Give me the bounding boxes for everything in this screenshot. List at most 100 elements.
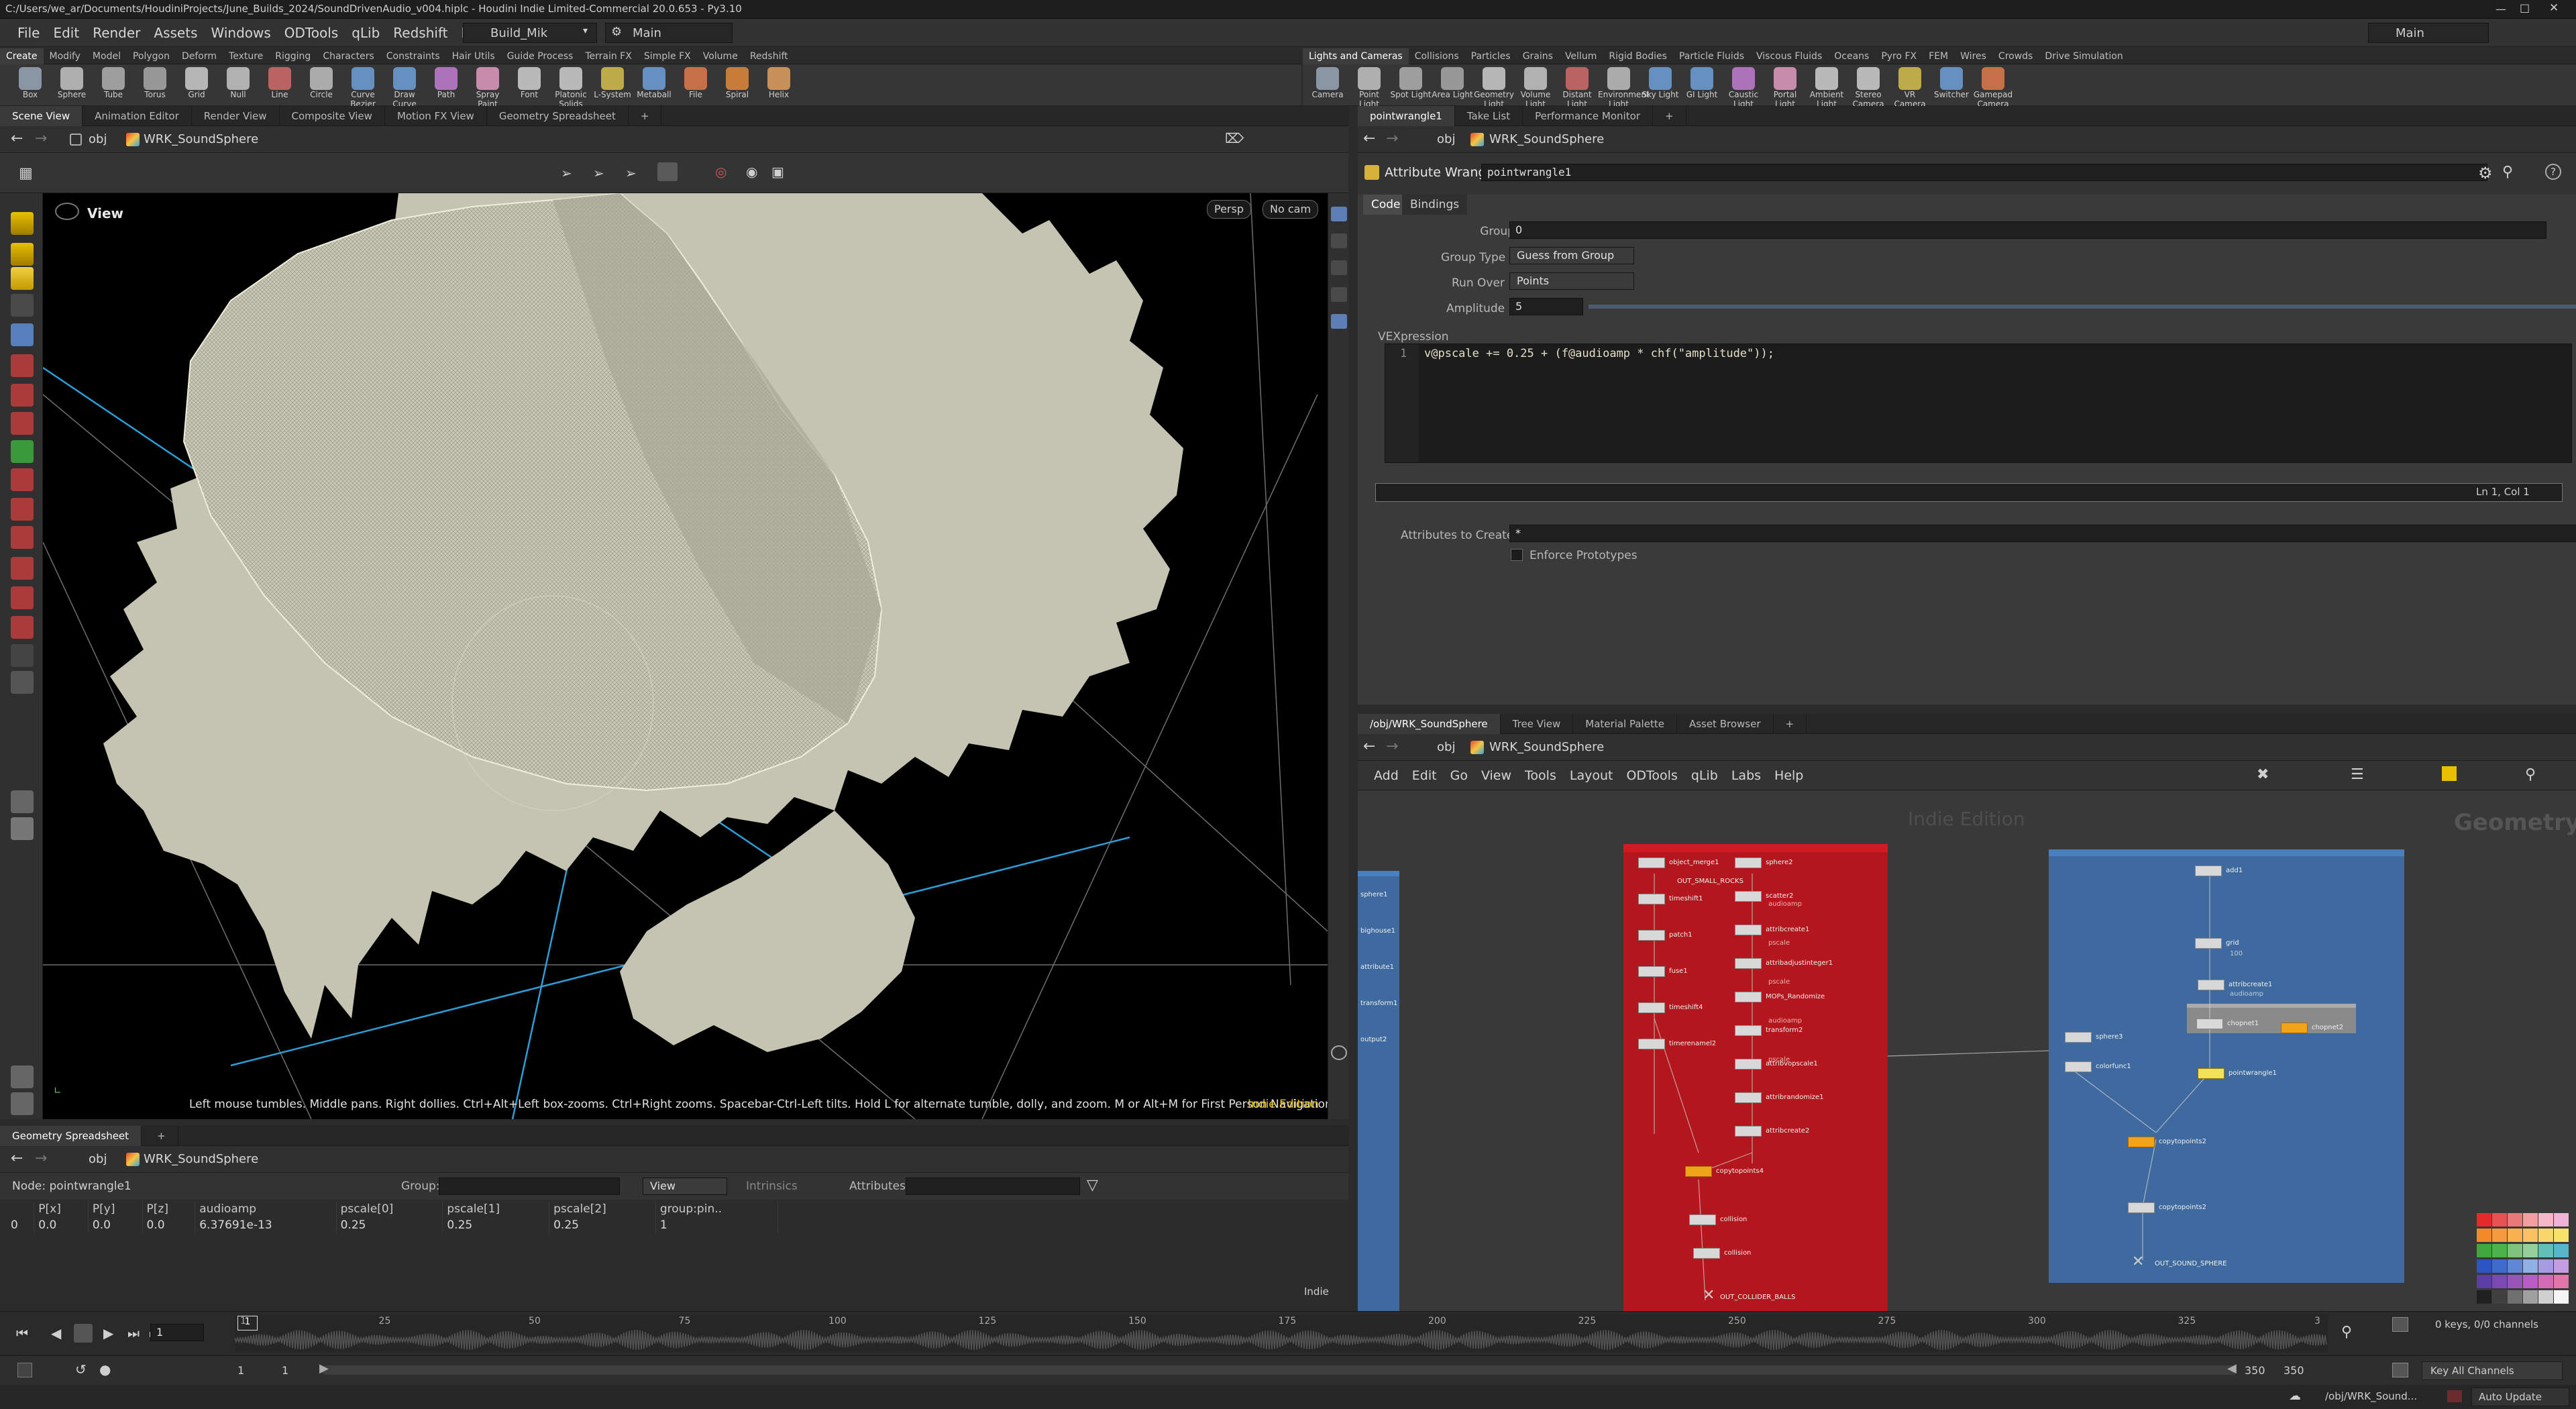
- node-object_merge1[interactable]: [1638, 857, 1665, 868]
- tab-tree-view[interactable]: Tree View: [1501, 714, 1574, 734]
- tab-bindings[interactable]: Bindings: [1402, 195, 1468, 215]
- ss-col-header[interactable]: pscale[0]: [337, 1201, 443, 1217]
- ss-col-header[interactable]: [7, 1201, 35, 1217]
- shelf-tab-rigging[interactable]: Rigging: [269, 48, 317, 64]
- palette-swatch[interactable]: [2477, 1229, 2491, 1242]
- back-arrow-icon[interactable]: ←: [1363, 130, 1375, 147]
- key-all-icon[interactable]: [2392, 1363, 2408, 1377]
- tool-font[interactable]: Font: [508, 64, 550, 106]
- shelf-tab-viscous-fluids[interactable]: Viscous Fluids: [1750, 48, 1828, 64]
- tab-motion-fx-view[interactable]: Motion FX View: [385, 106, 487, 126]
- palette-swatch[interactable]: [2508, 1259, 2522, 1273]
- palette-swatch[interactable]: [2554, 1229, 2569, 1242]
- tab-pointwrangle1[interactable]: pointwrangle1: [1358, 106, 1455, 126]
- camera-tool-icon[interactable]: [11, 671, 34, 694]
- ss-col-header[interactable]: P[y]: [89, 1201, 143, 1217]
- tool-spray-paint[interactable]: Spray Paint: [467, 64, 508, 109]
- shelf-tab-oceans[interactable]: Oceans: [1828, 48, 1875, 64]
- shelf-tab-create[interactable]: Create: [0, 48, 44, 64]
- tool-file[interactable]: File: [675, 64, 716, 106]
- node-transform2[interactable]: [1735, 1025, 1762, 1036]
- net-menu-tools[interactable]: Tools: [1518, 761, 1563, 790]
- shelf-tab-fem[interactable]: FEM: [1923, 48, 1954, 64]
- node-copytopoints2[interactable]: [2128, 1137, 2155, 1147]
- tool-spiral[interactable]: Spiral: [716, 64, 758, 106]
- tool-geometry-light[interactable]: Geometry Light: [1473, 64, 1515, 109]
- amplitude-field[interactable]: 5: [1509, 298, 1583, 315]
- menu-item-edit[interactable]: Edit: [46, 19, 86, 47]
- play-icon[interactable]: ▶: [103, 1325, 113, 1341]
- tool-grid[interactable]: Grid: [176, 64, 217, 106]
- loop-icon[interactable]: ↺: [75, 1361, 87, 1377]
- stop-icon[interactable]: [74, 1324, 93, 1343]
- tool-camera[interactable]: Camera: [1307, 64, 1348, 106]
- table-row[interactable]: 0 0.0 0.0 0.0 6.37691e-13 0.25 0.25 0.25 1: [7, 1217, 778, 1233]
- shelf-tab-vellum[interactable]: Vellum: [1559, 48, 1603, 64]
- param-path-node[interactable]: WRK_SoundSphere: [1489, 126, 1604, 153]
- node-attribcreate1[interactable]: [2198, 980, 2224, 990]
- view-tool-icon[interactable]: [11, 243, 34, 266]
- camera-menu[interactable]: No cam: [1263, 200, 1319, 219]
- key-all-button[interactable]: Key All Channels: [2422, 1361, 2563, 1380]
- net-menu-view[interactable]: View: [1474, 761, 1518, 790]
- shelf-tab-guide-process[interactable]: Guide Process: [501, 48, 580, 64]
- forward-arrow-icon[interactable]: →: [1386, 130, 1398, 147]
- palette-swatch[interactable]: [2523, 1244, 2538, 1257]
- visibility-icon[interactable]: [1331, 233, 1347, 248]
- tool-platonic-solids[interactable]: Platonic Solids: [550, 64, 592, 109]
- gear-icon[interactable]: ⚙: [2478, 164, 2493, 182]
- node-timeshift4[interactable]: [1638, 1002, 1665, 1013]
- palette-swatch[interactable]: [2523, 1275, 2538, 1288]
- shelf-tab-redshift[interactable]: Redshift: [744, 48, 794, 64]
- ghost-icon[interactable]: [11, 1065, 34, 1088]
- range-start-2[interactable]: 1: [282, 1364, 288, 1377]
- menu-item-qlib[interactable]: qLib: [345, 19, 386, 47]
- tool-distant-light[interactable]: Distant Light: [1556, 64, 1598, 109]
- amplitude-slider[interactable]: [1589, 305, 2576, 309]
- node-copytopoints2-b[interactable]: [2128, 1202, 2155, 1213]
- info-icon[interactable]: [1331, 1045, 1347, 1060]
- wrench-icon[interactable]: ✖: [2257, 766, 2269, 783]
- shelf-tab-deform[interactable]: Deform: [176, 48, 223, 64]
- menu-item-windows[interactable]: Windows: [205, 19, 278, 47]
- tool-sky-light[interactable]: Sky Light: [1640, 64, 1681, 106]
- menu-item-file[interactable]: File: [11, 19, 46, 47]
- tool-vr-camera[interactable]: VR Camera: [1889, 64, 1931, 109]
- filter-icon[interactable]: ▽: [1087, 1177, 1098, 1194]
- tab-render-view[interactable]: Render View: [192, 106, 280, 126]
- show-handles-icon[interactable]: [11, 790, 34, 813]
- node-grid[interactable]: [2195, 938, 2222, 949]
- palette-swatch[interactable]: [2538, 1275, 2553, 1288]
- ss-col-header[interactable]: pscale[1]: [443, 1201, 550, 1217]
- display-options-icon[interactable]: [1331, 207, 1347, 221]
- view-menu-icon[interactable]: [55, 203, 79, 220]
- shelf-tab-rigid-bodies[interactable]: Rigid Bodies: [1603, 48, 1673, 64]
- palette-swatch[interactable]: [2508, 1229, 2522, 1242]
- tool-helix[interactable]: Helix: [758, 64, 800, 106]
- palette-swatch[interactable]: [2554, 1259, 2569, 1273]
- step-back-icon[interactable]: ◀: [51, 1325, 61, 1341]
- tool-sphere[interactable]: Sphere: [51, 64, 93, 106]
- path-node[interactable]: WRK_SoundSphere: [144, 126, 258, 153]
- palette-swatch[interactable]: [2538, 1244, 2553, 1257]
- current-frame-field[interactable]: 1: [150, 1324, 204, 1341]
- node-add1[interactable]: [2195, 866, 2222, 876]
- forward-arrow-icon[interactable]: →: [35, 130, 47, 147]
- node-attribvopscale1[interactable]: [1735, 1059, 1762, 1069]
- display-toggle-icon[interactable]: [657, 162, 678, 181]
- tool-area-light[interactable]: Area Light: [1432, 64, 1473, 106]
- realtime-icon[interactable]: [17, 1363, 32, 1377]
- scale-tool-icon[interactable]: [11, 412, 34, 435]
- shelf-tab-model[interactable]: Model: [87, 48, 127, 64]
- node-fuse1[interactable]: [1638, 966, 1665, 977]
- select-edges-icon[interactable]: ➢: [625, 165, 637, 181]
- shelf-tab-texture[interactable]: Texture: [223, 48, 269, 64]
- path-context[interactable]: obj: [89, 126, 107, 153]
- shelf-tab-crowds[interactable]: Crowds: [1992, 48, 2039, 64]
- range-handle-right[interactable]: ◀: [2227, 1361, 2237, 1375]
- wireframe-icon[interactable]: [1331, 260, 1347, 275]
- render-icon[interactable]: ▣: [771, 164, 784, 180]
- palette-swatch[interactable]: [2523, 1259, 2538, 1273]
- range-end-2[interactable]: 350: [2284, 1364, 2304, 1377]
- node-pointwrangle1[interactable]: [2198, 1068, 2224, 1079]
